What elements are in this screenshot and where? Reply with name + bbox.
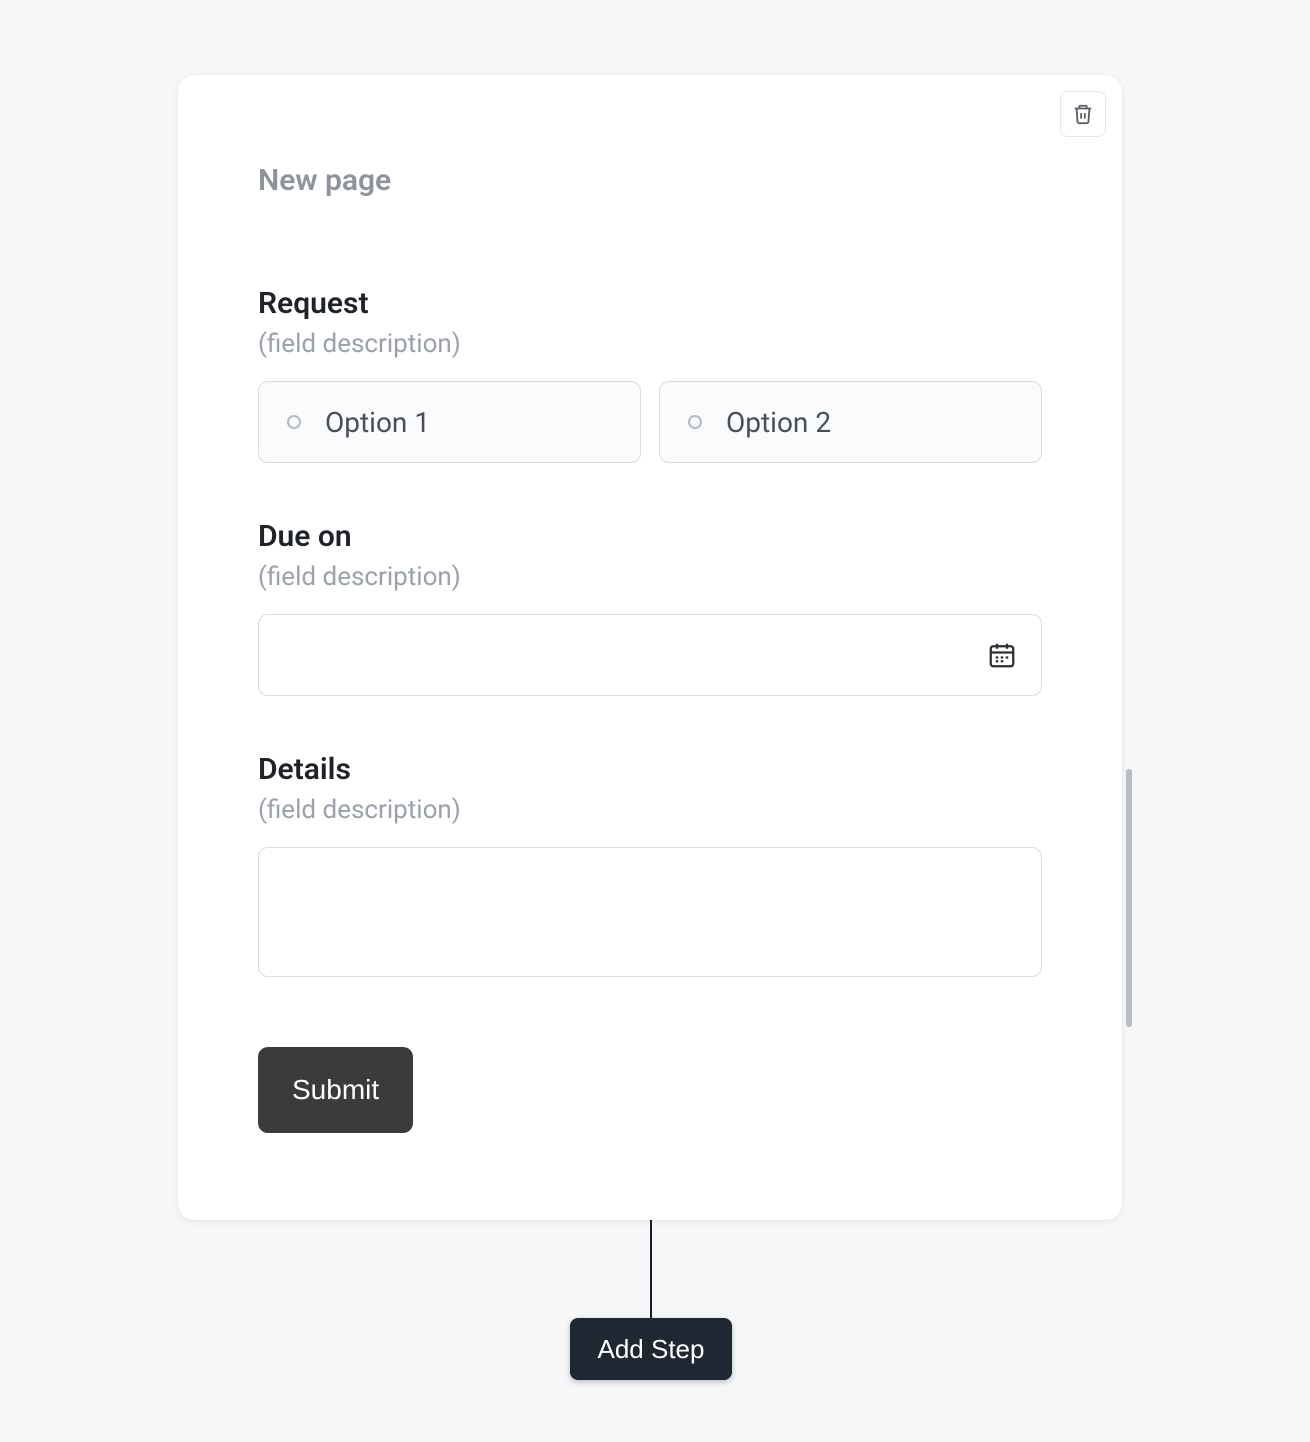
step-connector-line [650, 1220, 652, 1330]
trash-icon [1072, 103, 1094, 125]
scrollbar-thumb[interactable] [1126, 769, 1132, 1027]
request-description: (field description) [258, 329, 1042, 359]
details-field: Details (field description) [258, 752, 1042, 981]
details-label: Details [258, 752, 1042, 787]
request-option-1[interactable]: Option 1 [258, 381, 641, 463]
due-on-field: Due on (field description) [258, 519, 1042, 696]
due-on-input-wrapper [258, 614, 1042, 696]
request-option-2[interactable]: Option 2 [659, 381, 1042, 463]
page-title[interactable]: New page [258, 163, 1042, 198]
add-step-button[interactable]: Add Step [570, 1318, 732, 1380]
form-card: New page Request (field description) Opt… [178, 75, 1122, 1220]
radio-icon [688, 415, 702, 429]
calendar-icon[interactable] [987, 640, 1017, 670]
submit-button[interactable]: Submit [258, 1047, 413, 1133]
due-on-label: Due on [258, 519, 1042, 554]
radio-icon [287, 415, 301, 429]
delete-button[interactable] [1060, 91, 1106, 137]
due-on-description: (field description) [258, 562, 1042, 592]
option-label: Option 2 [726, 406, 831, 439]
request-label: Request [258, 286, 1042, 321]
request-field: Request (field description) Option 1 Opt… [258, 286, 1042, 463]
due-on-input[interactable] [283, 640, 987, 671]
details-textarea[interactable] [258, 847, 1042, 977]
details-description: (field description) [258, 795, 1042, 825]
option-label: Option 1 [325, 406, 430, 439]
